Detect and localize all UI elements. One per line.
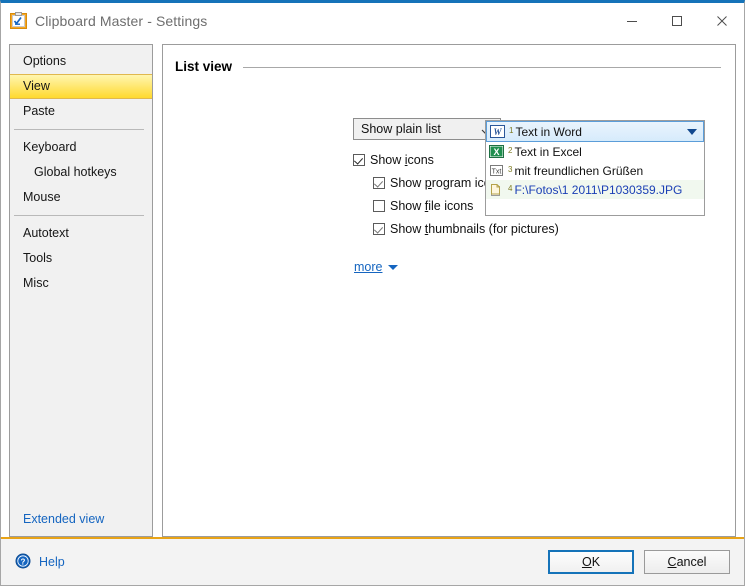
- sidebar-item-global-hotkeys[interactable]: Global hotkeys: [10, 160, 152, 185]
- sidebar-item-misc[interactable]: Misc: [10, 271, 152, 296]
- svg-text:W: W: [493, 127, 502, 137]
- checkbox-label: Show icons: [370, 153, 434, 167]
- ok-button[interactable]: OK: [548, 550, 634, 574]
- sidebar-item-mouse[interactable]: Mouse: [10, 185, 152, 210]
- list-item-number: 3: [508, 161, 512, 175]
- group-rule: [243, 67, 721, 68]
- content-area: Options View Paste Keyboard Global hotke…: [1, 38, 744, 537]
- maximize-button[interactable]: [654, 3, 699, 38]
- file-page-icon: [489, 182, 504, 197]
- window-controls: [609, 3, 744, 38]
- close-button[interactable]: [699, 3, 744, 38]
- minimize-button[interactable]: [609, 3, 654, 38]
- sidebar-separator-2: [14, 215, 144, 216]
- dialog-footer: ? Help OK Cancel: [1, 539, 744, 585]
- word-icon: W: [490, 124, 505, 139]
- svg-text:X: X: [493, 147, 499, 157]
- svg-text:?: ?: [21, 557, 26, 566]
- group-header: List view: [163, 45, 735, 74]
- clipboard-check-icon: [10, 12, 27, 29]
- sidebar-separator-1: [14, 129, 144, 130]
- chevron-down-icon[interactable]: [687, 129, 697, 135]
- list-item-label: Text in Word: [515, 125, 581, 139]
- sidebar-footer: Extended view: [10, 512, 152, 536]
- help-label: Help: [39, 555, 65, 569]
- settings-main-panel: List view Show plain list Show icons: [162, 44, 736, 537]
- chevron-down-icon: [388, 265, 398, 270]
- sidebar-nav: Options View Paste Keyboard Global hotke…: [10, 45, 152, 296]
- settings-sidebar: Options View Paste Keyboard Global hotke…: [9, 44, 153, 537]
- list-item[interactable]: X 2 Text in Excel: [486, 142, 704, 161]
- sidebar-item-options[interactable]: Options: [10, 49, 152, 74]
- checkbox-label: Show file icons: [390, 199, 473, 213]
- checkbox-box: [373, 177, 385, 189]
- list-item-number: 1: [509, 122, 513, 136]
- help-button[interactable]: ? Help: [15, 553, 65, 572]
- dialog-buttons: OK Cancel: [548, 550, 730, 574]
- page-title: List view: [175, 59, 232, 74]
- list-item[interactable]: Txt 3 mit freundlichen Grüßen: [486, 161, 704, 180]
- list-view-mode-select[interactable]: Show plain list: [353, 118, 501, 140]
- cancel-button[interactable]: Cancel: [644, 550, 730, 574]
- sidebar-item-paste[interactable]: Paste: [10, 99, 152, 124]
- list-item-label: F:\Fotos\1 2011\P1030359.JPG: [514, 183, 682, 197]
- checkbox-box: [373, 200, 385, 212]
- svg-text:Txt: Txt: [492, 169, 502, 176]
- checkbox-box: [373, 223, 385, 235]
- cancel-button-label: Cancel: [668, 555, 707, 569]
- sidebar-item-autotext[interactable]: Autotext: [10, 221, 152, 246]
- list-item[interactable]: 4 F:\Fotos\1 2011\P1030359.JPG: [486, 180, 704, 199]
- list-item[interactable]: W 1 Text in Word: [486, 121, 704, 142]
- more-options-toggle[interactable]: more: [354, 260, 398, 274]
- help-circle-icon: ?: [15, 553, 31, 572]
- checkbox-label: Show thumbnails (for pictures): [390, 222, 559, 236]
- excel-icon: X: [489, 144, 504, 159]
- ok-button-label: OK: [582, 555, 600, 569]
- sidebar-item-view[interactable]: View: [10, 74, 152, 99]
- list-item-label: Text in Excel: [514, 145, 581, 159]
- checkbox-show-thumbnails[interactable]: Show thumbnails (for pictures): [373, 219, 559, 239]
- sidebar-item-keyboard[interactable]: Keyboard: [10, 135, 152, 160]
- title-bar: Clipboard Master - Settings: [1, 3, 744, 38]
- list-view-mode-value: Show plain list: [361, 122, 441, 136]
- text-file-icon: Txt: [489, 163, 504, 178]
- checkbox-box: [353, 154, 365, 166]
- list-item-number: 4: [508, 180, 512, 194]
- window-title: Clipboard Master - Settings: [35, 13, 207, 29]
- extended-view-link[interactable]: Extended view: [23, 512, 104, 526]
- list-view-preview: W 1 Text in Word X: [485, 120, 705, 216]
- list-item-label: mit freundlichen Grüßen: [514, 164, 643, 178]
- settings-window: Clipboard Master - Settings Options View…: [0, 0, 745, 586]
- list-item-number: 2: [508, 142, 512, 156]
- sidebar-item-tools[interactable]: Tools: [10, 246, 152, 271]
- more-link-label: more: [354, 260, 382, 274]
